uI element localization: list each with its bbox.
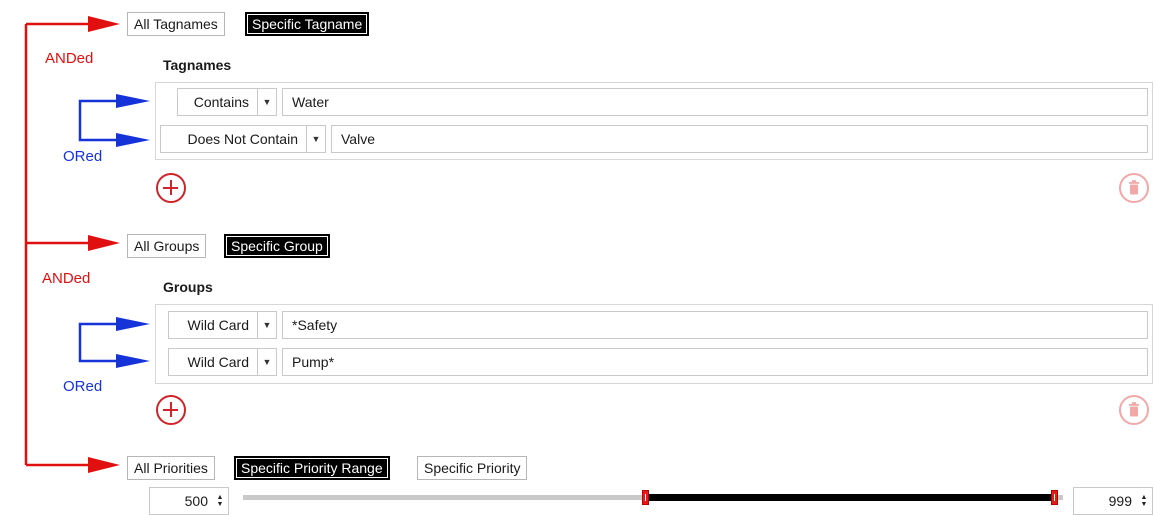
and-arrows	[24, 22, 90, 467]
add-tagname-button[interactable]	[156, 173, 186, 203]
trash-icon	[1129, 180, 1139, 195]
tagnames-title: Tagnames	[163, 57, 232, 73]
range-track-selected[interactable]	[645, 494, 1055, 501]
arrowhead-and-3	[88, 457, 120, 473]
add-group-button[interactable]	[156, 395, 186, 425]
specific-priority-toggle[interactable]: Specific Priority	[417, 456, 528, 480]
range-min-thumb[interactable]	[642, 490, 649, 505]
group-value-input[interactable]	[282, 311, 1148, 339]
delete-group-button[interactable]	[1119, 395, 1149, 425]
groups-title: Groups	[163, 279, 213, 295]
all-groups-toggle[interactable]: All Groups	[127, 234, 207, 258]
ored-label: ORed	[63, 148, 103, 165]
anded-label: ANDed	[45, 50, 94, 67]
caret-down-icon[interactable]: ▼	[257, 89, 276, 115]
ored-label: ORed	[63, 378, 103, 395]
or-arrows-2	[78, 322, 118, 363]
arrowhead-and-2	[88, 235, 120, 251]
priority-max-spinner[interactable]: 999 ▲ ▼	[1073, 487, 1153, 515]
specific-group-toggle[interactable]: Specific Group	[224, 234, 330, 258]
range-track-inactive[interactable]	[243, 495, 645, 500]
caret-down-icon[interactable]: ▼	[257, 312, 276, 338]
group-operator-select[interactable]: Wild Card ▼	[168, 311, 277, 339]
specific-priority-range-toggle[interactable]: Specific Priority Range	[234, 456, 390, 480]
group-value-input[interactable]	[282, 348, 1148, 376]
caret-down-icon[interactable]: ▼	[306, 126, 325, 152]
priority-min-spinner[interactable]: 500 ▲ ▼	[149, 487, 229, 515]
range-max-thumb[interactable]	[1051, 490, 1058, 505]
all-priorities-toggle[interactable]: All Priorities	[127, 456, 215, 480]
anded-label: ANDed	[42, 270, 91, 287]
specific-tagname-toggle[interactable]: Specific Tagname	[245, 12, 370, 36]
arrowhead-and-1	[88, 16, 120, 32]
tagname-operator-select[interactable]: Contains ▼	[177, 88, 277, 116]
delete-tagname-button[interactable]	[1119, 173, 1149, 203]
caret-down-icon[interactable]: ▼	[257, 349, 276, 375]
trash-icon	[1129, 402, 1139, 417]
or-arrows-1	[78, 99, 118, 142]
priority-max-value: 999	[1108, 493, 1132, 509]
tagname-value-input[interactable]	[282, 88, 1148, 116]
up-down-arrows-icon[interactable]: ▲ ▼	[212, 494, 228, 508]
tagname-value-input[interactable]	[331, 125, 1148, 153]
priority-min-value: 500	[184, 493, 208, 509]
select-value: Wild Card	[187, 354, 249, 370]
up-down-arrows-icon[interactable]: ▲ ▼	[1136, 494, 1152, 508]
select-value: Wild Card	[187, 317, 249, 333]
all-tagnames-toggle[interactable]: All Tagnames	[127, 12, 225, 36]
select-value: Does Not Contain	[187, 131, 298, 147]
group-operator-select[interactable]: Wild Card ▼	[168, 348, 277, 376]
tagname-operator-select[interactable]: Does Not Contain ▼	[160, 125, 326, 153]
select-value: Contains	[193, 94, 249, 110]
